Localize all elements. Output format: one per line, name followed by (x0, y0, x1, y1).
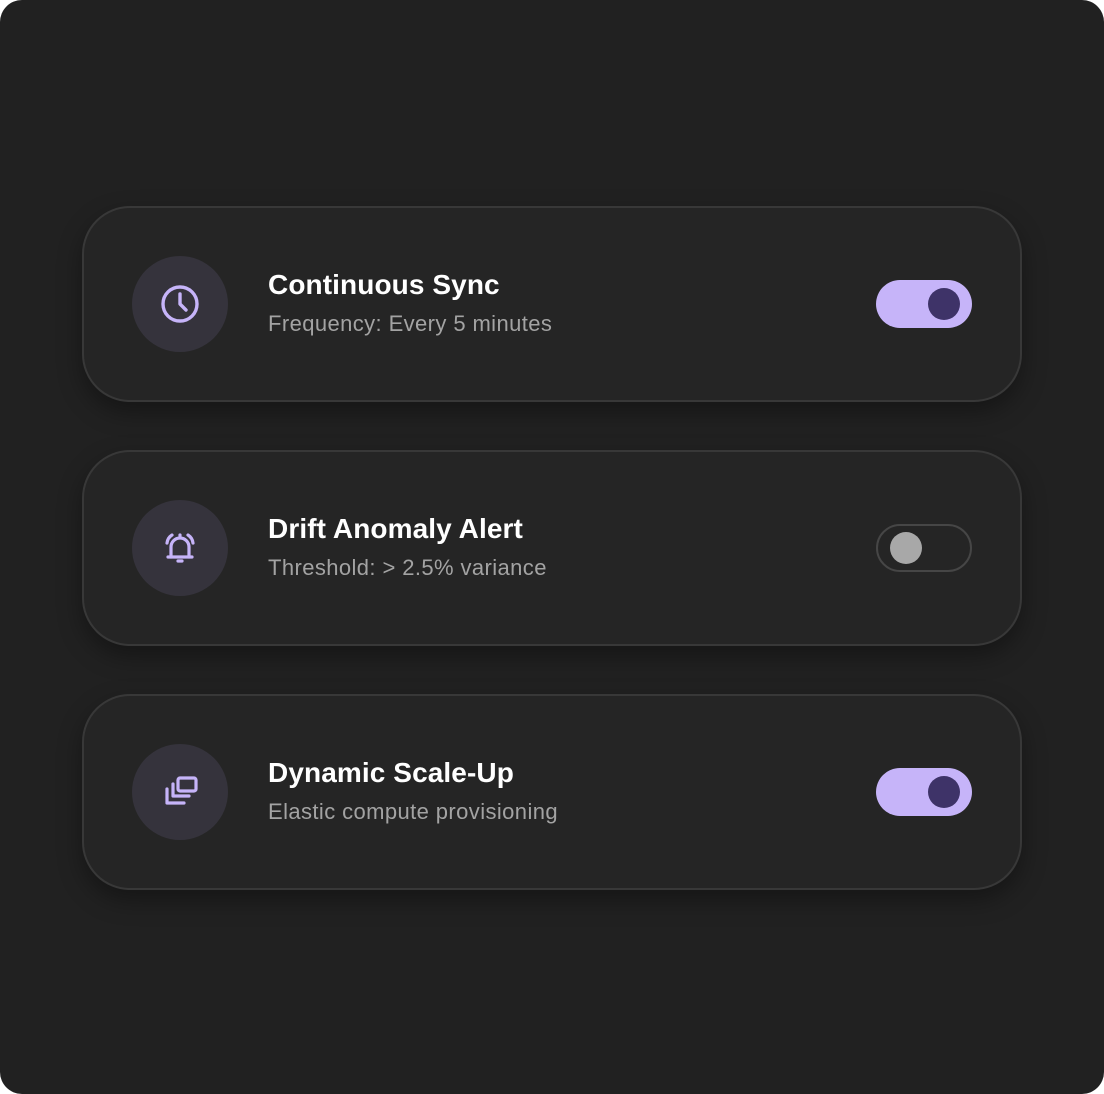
dynamic-scale-up-toggle[interactable] (876, 768, 972, 816)
icon-badge (132, 744, 228, 840)
toggle-knob (890, 532, 922, 564)
setting-card-drift-anomaly-alert: Drift Anomaly Alert Threshold: > 2.5% va… (82, 450, 1022, 646)
setting-subtitle: Elastic compute provisioning (268, 799, 559, 824)
clock-icon (158, 282, 202, 326)
setting-title: Continuous Sync (268, 269, 500, 300)
setting-text: Continuous Sync Frequency: Every 5 minut… (268, 268, 552, 338)
continuous-sync-toggle[interactable] (876, 280, 972, 328)
icon-badge (132, 256, 228, 352)
drift-anomaly-alert-toggle[interactable] (876, 524, 972, 572)
setting-title: Drift Anomaly Alert (268, 513, 523, 544)
setting-subtitle: Threshold: > 2.5% variance (268, 555, 547, 580)
setting-text: Dynamic Scale-Up Elastic compute provisi… (268, 756, 558, 826)
setting-card-dynamic-scale-up: Dynamic Scale-Up Elastic compute provisi… (82, 694, 1022, 890)
setting-card-continuous-sync: Continuous Sync Frequency: Every 5 minut… (82, 206, 1022, 402)
setting-title: Dynamic Scale-Up (268, 757, 514, 788)
stacked-windows-icon (158, 770, 202, 814)
bell-ringing-icon (158, 526, 202, 570)
settings-list: Continuous Sync Frequency: Every 5 minut… (82, 206, 1022, 938)
icon-badge (132, 500, 228, 596)
toggle-knob (928, 288, 960, 320)
settings-panel: Continuous Sync Frequency: Every 5 minut… (0, 0, 1104, 1094)
setting-text: Drift Anomaly Alert Threshold: > 2.5% va… (268, 512, 547, 582)
setting-subtitle: Frequency: Every 5 minutes (268, 311, 553, 336)
toggle-knob (928, 776, 960, 808)
